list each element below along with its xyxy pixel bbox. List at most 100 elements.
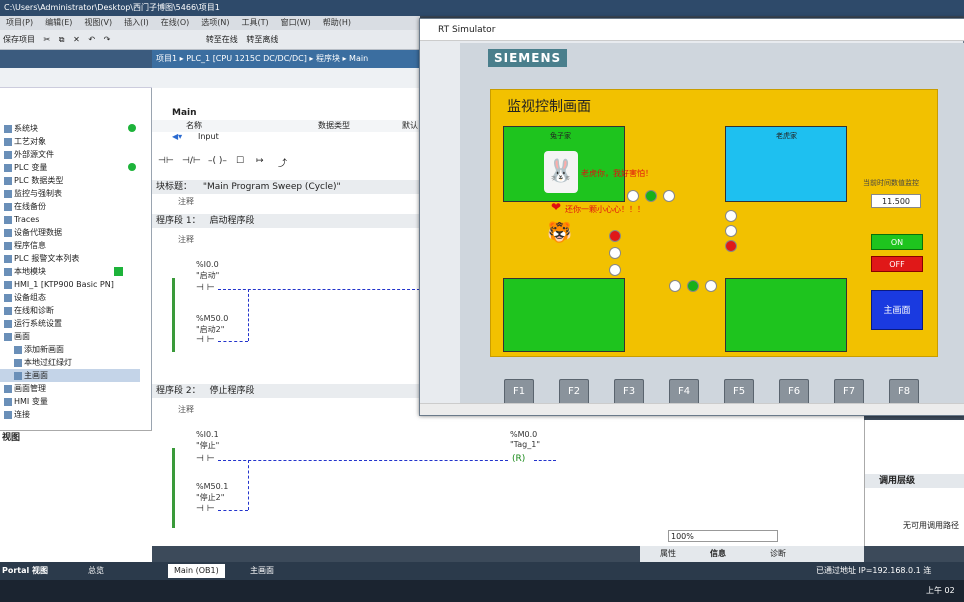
tab-properties[interactable]: 属性 [660,546,676,562]
lamp-h1-white2 [663,190,675,202]
tree-item[interactable]: 设备组态 [0,291,140,304]
tree-item[interactable]: PLC 变量 [0,161,140,174]
f3-key[interactable]: F3 [614,379,644,405]
tree-item[interactable]: 设备代理数据 [0,226,140,239]
tree-item-label: PLC 报警文本列表 [14,254,80,263]
delete-icon[interactable]: ✕ [73,35,80,44]
tree-item[interactable]: 画面管理 [0,382,140,395]
branch-open-icon[interactable]: ↦ [256,156,264,166]
tree-item-icon [4,384,12,393]
tree-item[interactable]: HMI_1 [KTP900 Basic PN] [0,278,140,291]
time-value-field[interactable]: 11.500 [871,194,921,208]
box-icon[interactable]: ☐ [236,156,244,166]
off-button[interactable]: OFF [871,256,923,272]
n2-coil-symbol: R [515,454,522,464]
f6-key[interactable]: F6 [779,379,809,405]
menu-item[interactable]: 选项(N) [201,18,229,27]
tree-item[interactable]: 主画面 [0,369,140,382]
menu-item[interactable]: 项目(P) [6,18,33,27]
tree-item-label: 系统块 [14,124,38,133]
tree-item[interactable]: 外部源文件 [0,148,140,161]
branch-close-icon[interactable]: ⤴ [278,156,287,169]
lamp-h2-white [669,280,681,292]
tree-item[interactable]: HMI 变量 [0,395,140,408]
hmi-screen: 监视控制画面 兔子家 🐰 老虎你，我好害怕！ 老虎家 ❤ 还你一颗小心心！！！ … [490,89,938,357]
zoom-value: 100% [671,532,694,541]
tree-item-label: HMI_1 [KTP900 Basic PN] [14,280,114,289]
tree-item[interactable]: PLC 数据类型 [0,174,140,187]
menu-item[interactable]: 插入(I) [124,18,149,27]
clock: 上午 02 [926,586,955,595]
main-screen-button[interactable]: 主画面 [871,290,923,330]
go-online-button[interactable]: 转至在线 [206,35,238,44]
tree-item[interactable]: Traces [0,213,140,226]
f7-key[interactable]: F7 [834,379,864,405]
n2-reset-coil[interactable]: (R) [512,454,525,464]
coil-icon[interactable]: –( )– [208,156,227,166]
save-project-button[interactable]: 保存项目 [3,35,35,44]
project-tree-header [0,50,152,68]
tab-info[interactable]: 信息 [710,546,726,562]
zoom-select[interactable]: 100% [668,530,778,542]
tree-item-label: 工艺对象 [14,137,46,146]
main-ob1-tab[interactable]: Main (OB1) [168,564,225,578]
tree-item-icon [4,254,12,263]
nc-contact-icon[interactable]: ⊣/⊢ [182,156,201,166]
rt-title-bar: RT Simulator [420,19,964,41]
n2-contact2[interactable]: ⊣ ⊢ [196,504,215,514]
siemens-logo: SIEMENS [488,49,568,67]
redo-icon[interactable]: ↷ [104,35,111,44]
tree-item[interactable]: 运行系统设置 [0,317,140,330]
menu-item[interactable]: 帮助(H) [323,18,351,27]
on-button[interactable]: ON [871,234,923,250]
tree-item[interactable]: 系统块 [0,122,140,135]
undo-icon[interactable]: ↶ [88,35,95,44]
tree-item[interactable]: 在线备份 [0,200,140,213]
tree-item-icon [4,163,12,172]
tree-item[interactable]: 监控与强制表 [0,187,140,200]
portal-view-button[interactable]: Portal 视图 [2,562,48,580]
menu-item[interactable]: 视图(V) [84,18,112,27]
tree-item[interactable]: 在线和诊断 [0,304,140,317]
f5-key[interactable]: F5 [724,379,754,405]
rt-horizontal-scrollbar[interactable] [420,403,964,415]
tree-item[interactable]: PLC 报警文本列表 [0,252,140,265]
tree-item[interactable]: 画面 [0,330,140,343]
menu-item[interactable]: 窗口(W) [281,18,311,27]
f4-key[interactable]: F4 [669,379,699,405]
tree-item-label: 本地模块 [14,267,46,276]
tree-item-icon [4,124,12,133]
project-tree: 系统块工艺对象外部源文件 PLC 变量 PLC 数据类型 监控与强制表 在线备份 Trac… [0,50,152,430]
f1-key[interactable]: F1 [504,379,534,405]
overview-tab[interactable]: 总览 [88,562,104,580]
check-icon [114,267,123,276]
tree-item[interactable]: 程序信息 [0,239,140,252]
main-screen-tab[interactable]: 主画面 [250,562,274,580]
n2-branch-vertical [248,460,249,510]
tab-diagnostics[interactable]: 诊断 [770,546,786,562]
tree-item-icon [4,306,12,315]
tree-item[interactable]: 连接 [0,408,140,421]
menu-item[interactable]: 工具(T) [241,18,268,27]
n1-contact1[interactable]: ⊣ ⊢ [196,283,215,293]
interface-row-input[interactable]: ◀▾ Input [152,132,420,144]
call-hierarchy-header[interactable]: 调用层级 [865,474,964,488]
tree-item[interactable]: 添加新画面 [0,343,140,356]
f2-key[interactable]: F2 [559,379,589,405]
f8-key[interactable]: F8 [889,379,919,405]
n2-coil-name: "Tag_1" [510,440,540,449]
cut-icon[interactable]: ✂ [44,35,51,44]
menu-item[interactable]: 编辑(E) [45,18,72,27]
tree-item-icon [14,371,22,380]
n1-contact2-addr: %M50.0 [196,314,229,323]
tree-item[interactable]: 工艺对象 [0,135,140,148]
no-contact-icon[interactable]: ⊣⊢ [158,156,174,166]
tree-item[interactable]: 本地过红绿灯 [0,356,140,369]
go-offline-button[interactable]: 转至离线 [246,35,278,44]
rt-title: RT Simulator [438,25,496,35]
n1-contact2[interactable]: ⊣ ⊢ [196,335,215,345]
n2-contact1[interactable]: ⊣ ⊢ [196,454,215,464]
tree-item-label: 在线和诊断 [14,306,54,315]
menu-item[interactable]: 在线(O) [161,18,190,27]
copy-icon[interactable]: ⧉ [59,35,65,44]
